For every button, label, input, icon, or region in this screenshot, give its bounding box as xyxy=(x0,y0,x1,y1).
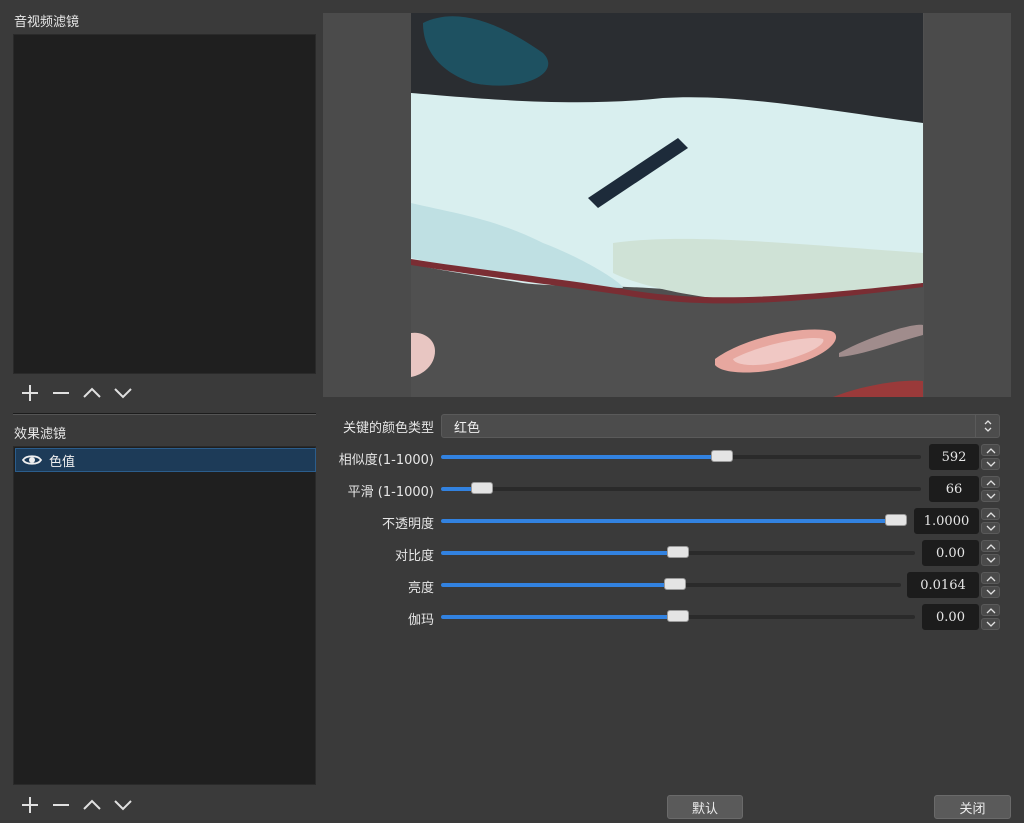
increment-button[interactable] xyxy=(981,444,1000,456)
brightness-label: 亮度 xyxy=(407,581,434,596)
filters-window: 音视频滤镜 效果滤镜 色值 关键的颜色类型 红色 相似度(1-1000) 592… xyxy=(0,0,1024,823)
smoothness-value[interactable]: 66 xyxy=(929,476,979,502)
smoothness-slider[interactable] xyxy=(441,482,921,494)
chevron-up-icon xyxy=(986,575,995,581)
contrast-slider[interactable] xyxy=(441,546,915,558)
defaults-button[interactable]: 默认 xyxy=(667,795,743,819)
slider-handle[interactable] xyxy=(667,546,689,558)
gamma-spinbox[interactable]: 0.00 xyxy=(922,604,1000,630)
move-up-button[interactable] xyxy=(76,381,107,405)
opacity-value[interactable]: 1.0000 xyxy=(914,508,979,534)
opacity-label: 不透明度 xyxy=(381,517,434,532)
brightness-value[interactable]: 0.0164 xyxy=(907,572,979,598)
smoothness-spinbox[interactable]: 66 xyxy=(929,476,1000,502)
move-down-button[interactable] xyxy=(107,381,138,405)
select-arrows-icon xyxy=(975,415,999,437)
brightness-slider[interactable] xyxy=(441,578,901,590)
effect-filters-list[interactable]: 色值 xyxy=(13,446,316,785)
plus-icon xyxy=(21,797,38,813)
chevron-down-icon xyxy=(986,557,995,563)
brightness-spinbox[interactable]: 0.0164 xyxy=(907,572,1000,598)
slider-fill xyxy=(441,455,723,459)
plus-icon xyxy=(21,385,38,401)
decrement-button[interactable] xyxy=(981,618,1000,630)
contrast-spinbox[interactable]: 0.00 xyxy=(922,540,1000,566)
slider-fill xyxy=(441,583,675,587)
decrement-button[interactable] xyxy=(981,522,1000,534)
filter-name: 色值 xyxy=(49,454,76,470)
similarity-label: 相似度(1-1000) xyxy=(338,453,434,468)
effect-filters-toolbar xyxy=(14,793,138,817)
move-up-button[interactable] xyxy=(76,793,107,817)
chevron-up-icon xyxy=(986,543,995,549)
contrast-label: 对比度 xyxy=(394,549,434,564)
increment-button[interactable] xyxy=(981,476,1000,488)
chevron-up-icon xyxy=(82,799,101,810)
minus-icon xyxy=(52,392,69,394)
chevron-down-icon xyxy=(113,388,132,399)
remove-filter-button[interactable] xyxy=(45,381,76,405)
audio-video-filters-toolbar xyxy=(14,381,138,405)
gamma-slider[interactable] xyxy=(441,610,915,622)
chevron-down-icon xyxy=(113,800,132,811)
add-filter-button[interactable] xyxy=(14,381,45,405)
opacity-spinbox[interactable]: 1.0000 xyxy=(914,508,1000,534)
remove-filter-button[interactable] xyxy=(45,793,76,817)
gamma-label: 伽玛 xyxy=(407,613,434,628)
increment-button[interactable] xyxy=(981,540,1000,552)
decrement-button[interactable] xyxy=(981,490,1000,502)
key-color-type-label: 关键的颜色类型 xyxy=(342,421,434,436)
similarity-value[interactable]: 592 xyxy=(929,444,979,470)
slider-fill xyxy=(441,519,896,523)
increment-button[interactable] xyxy=(981,604,1000,616)
eye-icon[interactable] xyxy=(22,453,42,467)
decrement-button[interactable] xyxy=(981,458,1000,470)
increment-button[interactable] xyxy=(981,508,1000,520)
gamma-value[interactable]: 0.00 xyxy=(922,604,979,630)
move-down-button[interactable] xyxy=(107,793,138,817)
chevron-down-icon xyxy=(986,621,995,627)
contrast-value[interactable]: 0.00 xyxy=(922,540,979,566)
decrement-button[interactable] xyxy=(981,554,1000,566)
preview-canvas xyxy=(323,13,1011,397)
chevron-up-icon xyxy=(986,607,995,613)
smoothness-label: 平滑 (1-1000) xyxy=(347,485,434,500)
splitter[interactable] xyxy=(13,413,316,415)
add-filter-button[interactable] xyxy=(14,793,45,817)
chevron-up-icon xyxy=(82,387,101,398)
minus-icon xyxy=(52,804,69,806)
slider-handle[interactable] xyxy=(663,578,686,590)
similarity-slider[interactable] xyxy=(441,450,921,462)
similarity-spinbox[interactable]: 592 xyxy=(929,444,1000,470)
key-color-type-value: 红色 xyxy=(454,420,481,436)
slider-fill xyxy=(441,615,678,619)
chevron-down-icon xyxy=(986,493,995,499)
effect-filters-label: 效果滤镜 xyxy=(14,427,67,442)
slider-handle[interactable] xyxy=(711,450,734,462)
chevron-up-icon xyxy=(986,447,995,453)
slider-handle[interactable] xyxy=(471,482,494,494)
chevron-up-icon xyxy=(986,511,995,517)
chevron-down-icon xyxy=(986,589,995,595)
audio-video-filters-label: 音视频滤镜 xyxy=(14,15,80,30)
audio-video-filters-list[interactable] xyxy=(13,34,316,374)
chevron-up-icon xyxy=(986,479,995,485)
chevron-down-icon xyxy=(986,461,995,467)
close-button[interactable]: 关闭 xyxy=(934,795,1011,819)
preview-image xyxy=(323,13,1011,397)
opacity-slider[interactable] xyxy=(441,514,907,526)
chevron-down-icon xyxy=(986,525,995,531)
decrement-button[interactable] xyxy=(981,586,1000,598)
key-color-type-select[interactable]: 红色 xyxy=(441,414,1000,438)
increment-button[interactable] xyxy=(981,572,1000,584)
slider-handle[interactable] xyxy=(667,610,689,622)
list-item[interactable]: 色值 xyxy=(15,448,316,472)
slider-fill xyxy=(441,551,678,555)
slider-handle[interactable] xyxy=(885,514,907,526)
